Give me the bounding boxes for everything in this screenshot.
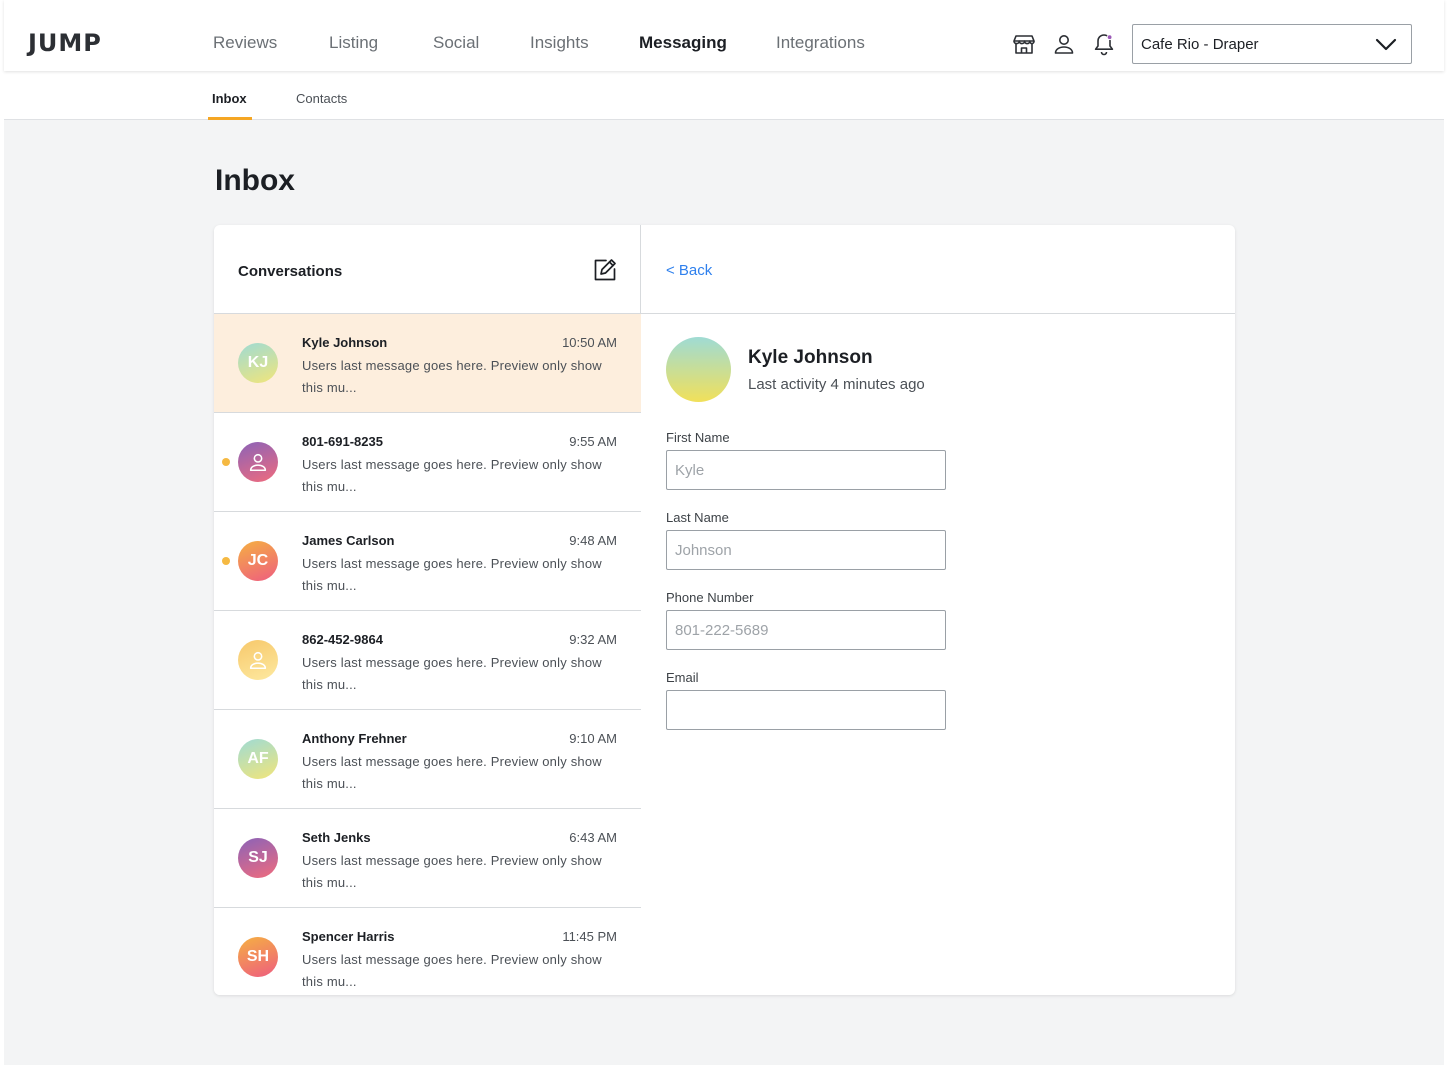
- app-frame: JUMP Reviews Listing Social Insights Mes…: [4, 0, 1444, 1065]
- avatar: JC: [238, 541, 278, 581]
- inbox-card: Conversations KJ Kyle Johnson 10:50 AM U…: [214, 225, 1235, 995]
- active-tab-indicator: [208, 117, 252, 120]
- conversation-row[interactable]: KJ Kyle Johnson 10:50 AM Users last mess…: [214, 314, 641, 413]
- jump-logo[interactable]: JUMP: [28, 29, 102, 57]
- tab-contacts[interactable]: Contacts: [296, 91, 347, 106]
- compose-icon[interactable]: [593, 258, 617, 282]
- conversation-list: Conversations KJ Kyle Johnson 10:50 AM U…: [214, 225, 641, 995]
- avatar: SH: [238, 937, 278, 977]
- last-name-field[interactable]: [666, 530, 946, 570]
- nav-integrations[interactable]: Integrations: [776, 33, 865, 53]
- unread-indicator: [222, 557, 230, 565]
- conversation-time: 9:48 AM: [569, 533, 617, 548]
- conversation-name: James Carlson: [302, 533, 395, 548]
- conversation-name: Spencer Harris: [302, 929, 395, 944]
- unread-indicator: [222, 458, 230, 466]
- conversation-name: 801-691-8235: [302, 434, 383, 449]
- page-title: Inbox: [215, 164, 295, 197]
- contact-last-activity: Last activity 4 minutes ago: [748, 376, 925, 393]
- top-nav-bar: JUMP Reviews Listing Social Insights Mes…: [4, 0, 1444, 71]
- email-field[interactable]: [666, 690, 946, 730]
- conversation-preview: Users last message goes here. Preview on…: [302, 556, 602, 593]
- back-link[interactable]: < Back: [666, 262, 712, 279]
- contact-detail-header: < Back: [641, 225, 1235, 314]
- phone-number-field[interactable]: [666, 610, 946, 650]
- conversation-row[interactable]: SJ Seth Jenks 6:43 AM Users last message…: [214, 809, 641, 908]
- conversation-preview: Users last message goes here. Preview on…: [302, 754, 602, 791]
- location-select[interactable]: Cafe Rio - Draper: [1132, 24, 1412, 64]
- conversations-title: Conversations: [238, 263, 343, 280]
- avatar: KJ: [238, 343, 278, 383]
- first-name-label: First Name: [666, 430, 730, 445]
- conversation-preview: Users last message goes here. Preview on…: [302, 358, 602, 395]
- conversation-preview: Users last message goes here. Preview on…: [302, 853, 602, 890]
- conversation-row[interactable]: 801-691-8235 9:55 AM Users last message …: [214, 413, 641, 512]
- nav-listing[interactable]: Listing: [329, 33, 378, 53]
- person-icon: [249, 651, 267, 670]
- conversation-time: 11:45 PM: [562, 929, 617, 944]
- conversation-row[interactable]: JC James Carlson 9:48 AM Users last mess…: [214, 512, 641, 611]
- conversation-name: 862-452-9864: [302, 632, 383, 647]
- person-icon: [249, 453, 267, 472]
- contact-avatar: [666, 337, 731, 402]
- conversation-time: 10:50 AM: [562, 335, 617, 350]
- conversation-preview: Users last message goes here. Preview on…: [302, 655, 602, 692]
- conversation-time: 9:10 AM: [569, 731, 617, 746]
- bell-icon[interactable]: [1091, 31, 1117, 57]
- nav-social[interactable]: Social: [433, 33, 479, 53]
- contact-name: Kyle Johnson: [748, 347, 873, 368]
- conversation-name: Anthony Frehner: [302, 731, 407, 746]
- conversation-preview: Users last message goes here. Preview on…: [302, 952, 602, 989]
- conversation-name: Kyle Johnson: [302, 335, 388, 350]
- avatar: AF: [238, 739, 278, 779]
- avatar: [238, 442, 278, 482]
- avatar: [238, 640, 278, 680]
- conversation-row[interactable]: SH Spencer Harris 11:45 PM Users last me…: [214, 908, 641, 995]
- nav-insights[interactable]: Insights: [530, 33, 589, 53]
- conversation-time: 9:55 AM: [569, 434, 617, 449]
- store-icon[interactable]: [1011, 31, 1037, 57]
- avatar: SJ: [238, 838, 278, 878]
- last-name-label: Last Name: [666, 510, 729, 525]
- conversation-row[interactable]: AF Anthony Frehner 9:10 AM Users last me…: [214, 710, 641, 809]
- conversation-preview: Users last message goes here. Preview on…: [302, 457, 602, 494]
- nav-reviews[interactable]: Reviews: [213, 33, 277, 53]
- nav-messaging[interactable]: Messaging: [639, 33, 727, 53]
- phone-number-label: Phone Number: [666, 590, 754, 605]
- email-label: Email: [666, 670, 699, 685]
- conversation-row[interactable]: 862-452-9864 9:32 AM Users last message …: [214, 611, 641, 710]
- sub-nav: Inbox Contacts: [4, 71, 1444, 120]
- user-icon[interactable]: [1051, 31, 1077, 57]
- conversation-name: Seth Jenks: [302, 830, 371, 845]
- location-select-value: Cafe Rio - Draper: [1141, 36, 1259, 53]
- conversation-time: 6:43 AM: [569, 830, 617, 845]
- conversation-list-header: Conversations: [214, 225, 641, 314]
- first-name-field[interactable]: [666, 450, 946, 490]
- conversation-time: 9:32 AM: [569, 632, 617, 647]
- tab-inbox[interactable]: Inbox: [212, 91, 247, 106]
- chevron-down-icon: [1375, 36, 1397, 57]
